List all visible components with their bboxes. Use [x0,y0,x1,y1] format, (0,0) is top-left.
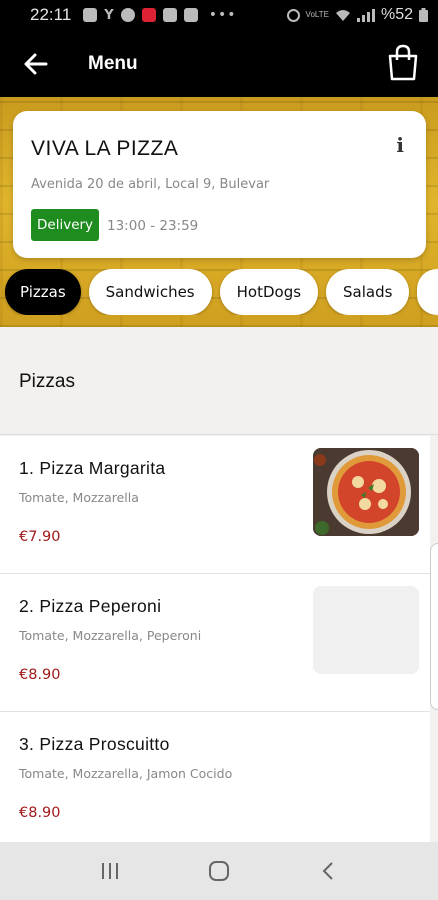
item-image [313,448,419,536]
menu-list: 1. Pizza Margarita Tomate, Mozzarella €7… [0,436,438,850]
arrow-left-icon [24,53,48,74]
app-icon [141,8,156,22]
category-tabs: Pizzas Sandwiches HotDogs Salads [0,269,438,315]
section-title: Pizzas [19,371,75,392]
item-price: €7.90 [19,529,61,545]
facebook-icon [120,8,135,22]
recent-apps-icon [101,863,118,879]
nav-back-button[interactable] [306,849,350,893]
system-nav-bar [0,842,438,900]
system-icons: VoLTE %52 [286,6,428,24]
home-icon [208,861,229,881]
wifi-icon [335,9,350,21]
page-title: Menu [88,52,138,74]
delivery-badge: Delivery [31,209,100,241]
battery-level: %52 [380,6,413,23]
tab-salads[interactable]: Salads [326,269,410,315]
restaurant-banner: VIVA LA PIZZA i Avenida 20 de abril, Loc… [0,97,438,327]
cart-button[interactable] [386,44,420,82]
more-notifications-icon: ••• [208,7,237,23]
back-button[interactable] [16,44,56,84]
tab-pizzas[interactable]: Pizzas [5,269,81,315]
item-image-placeholder [313,586,419,674]
item-description: Tomate, Mozzarella [19,490,139,505]
item-name: 1. Pizza Margarita [19,458,166,478]
signal-y-icon: Y [104,7,114,23]
home-button[interactable] [197,849,241,893]
item-description: Tomate, Mozzarella, Peperoni [19,628,202,643]
item-price: €8.90 [19,805,61,821]
message-icon [83,8,98,22]
section-header: Pizzas [0,327,438,435]
list-item[interactable]: 3. Pizza Proscuitto Tomate, Mozzarella, … [0,712,430,850]
tab-more[interactable] [417,269,438,315]
item-price: €8.90 [19,667,61,683]
status-time: 22:11 [30,5,72,24]
volte-icon: VoLTE [305,10,329,19]
restaurant-name: VIVA LA PIZZA [31,137,179,160]
list-item[interactable]: 2. Pizza Peperoni Tomate, Mozzarella, Pe… [0,574,430,712]
tab-hotdogs[interactable]: HotDogs [219,269,319,315]
item-description: Tomate, Mozzarella, Jamon Cocido [19,766,233,781]
shopping-bag-icon [388,44,418,81]
list-item[interactable]: 1. Pizza Margarita Tomate, Mozzarella €7… [0,436,430,574]
opening-hours: 13:00 - 23:59 [107,218,199,234]
restaurant-address: Avenida 20 de abril, Local 9, Bulevar [31,177,270,192]
box-icon [162,8,177,22]
cell-signal-icon [356,8,375,22]
side-panel-handle[interactable] [430,543,438,710]
recent-apps-button[interactable] [88,849,132,893]
info-icon[interactable]: i [396,133,404,157]
app-header: Menu [0,30,438,97]
status-bar: 22:11 Y ••• VoLTE %52 [0,0,438,30]
back-icon [322,862,334,880]
restaurant-card: VIVA LA PIZZA i Avenida 20 de abril, Loc… [13,111,426,258]
battery-icon [419,8,428,22]
tab-sandwiches[interactable]: Sandwiches [88,269,212,315]
item-name: 3. Pizza Proscuitto [19,734,170,754]
alarm-icon [286,8,300,22]
box-icon [183,8,198,22]
item-name: 2. Pizza Peperoni [19,596,162,616]
notification-icons: Y ••• [83,7,236,23]
